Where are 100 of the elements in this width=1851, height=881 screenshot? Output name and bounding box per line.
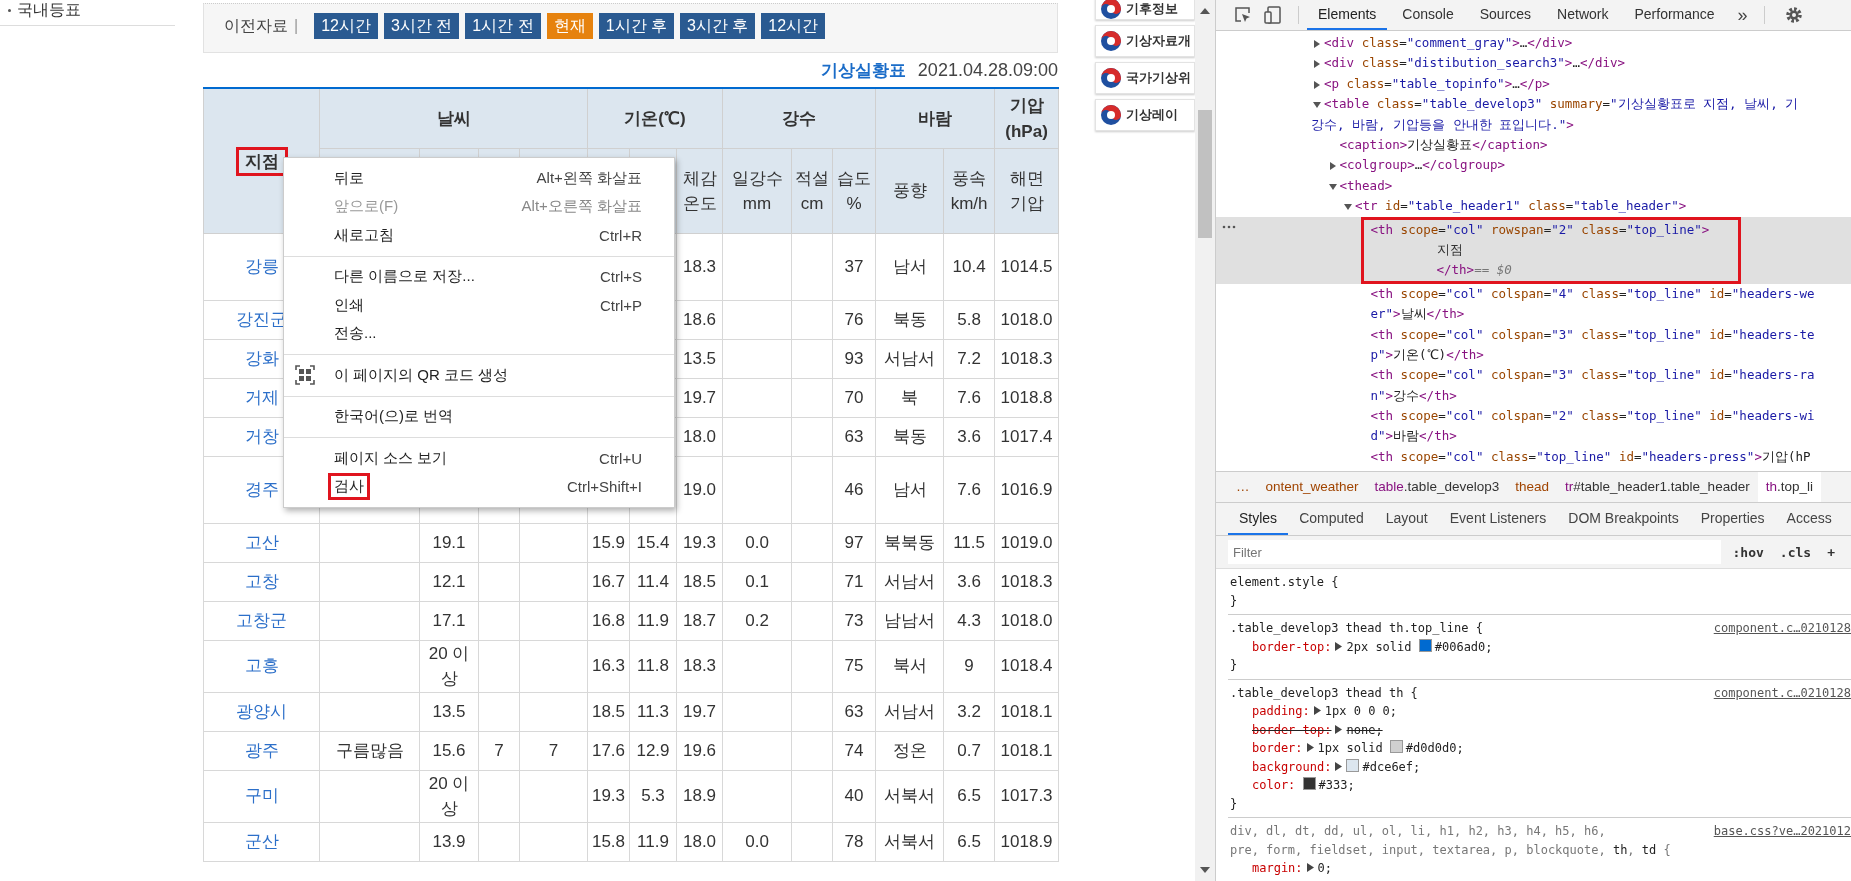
color-swatch[interactable]: [1389, 740, 1403, 753]
table-cell: 74: [832, 731, 876, 770]
sidebar-item[interactable]: 국내등표: [17, 0, 81, 21]
breadcrumb[interactable]: ontent_weather: [1257, 472, 1367, 502]
code-line[interactable]: <p class="table_topinfo">…</p>: [1324, 73, 1550, 95]
expand-triangle-icon[interactable]: [1335, 761, 1343, 771]
device-icon[interactable]: [1264, 6, 1282, 24]
expanded-triangle-icon[interactable]: [1344, 203, 1352, 212]
station-link[interactable]: 광양시: [203, 692, 320, 731]
expand-triangle-icon[interactable]: [1306, 863, 1314, 872]
code-line[interactable]: <th scope="col" rowspan="2" class="top_line">: [1370, 219, 1710, 240]
scroll-down-arrow-icon[interactable]: [1200, 867, 1210, 873]
color-swatch[interactable]: [1418, 638, 1432, 652]
source-link[interactable]: base.css?ve…2021012: [1713, 822, 1851, 841]
time-button[interactable]: 3시간 후: [680, 13, 756, 39]
breadcrumb[interactable]: th.top_li: [1757, 472, 1821, 502]
breadcrumb[interactable]: tr#table_header1.table_header: [1557, 472, 1758, 502]
station-link[interactable]: 고창군: [203, 601, 320, 640]
time-button[interactable]: 12시간: [314, 13, 378, 39]
expand-triangle-icon[interactable]: [1313, 706, 1321, 715]
expand-triangle-icon[interactable]: [1306, 743, 1314, 752]
code-line[interactable]: 강수, 바람, 기압등을 안내한 표입니다.">: [1311, 114, 1574, 135]
css-declaration[interactable]: color: #333;: [1252, 778, 1355, 792]
filter-toggle-button[interactable]: :hov: [1728, 544, 1768, 560]
banner-link[interactable]: 기상자료개: [1095, 25, 1195, 57]
breadcrumb[interactable]: …: [1228, 472, 1258, 502]
code-line[interactable]: <caption>기상실황표</caption>: [1339, 134, 1548, 156]
code-line[interactable]: <th scope="col" colspan="3" class="top_line" id="headers-ra: [1370, 365, 1815, 386]
selected-node-row[interactable]: <th scope="col" rowspan="2" class="top_line"> 지점 </th>== $0: [1216, 216, 1851, 284]
pane-tab[interactable]: Layout: [1374, 503, 1439, 535]
devtools-tab[interactable]: Performance: [1623, 0, 1726, 30]
code-line[interactable]: <th scope="col" class="top_line" id="headers-press">기압(hP: [1370, 446, 1811, 468]
filter-toggle-button[interactable]: +: [1823, 544, 1839, 560]
code-line[interactable]: <th scope="col" colspan="2" class="top_line" id="headers-wi: [1370, 406, 1815, 427]
color-swatch[interactable]: [1346, 758, 1360, 772]
time-button[interactable]: 1시간 전: [465, 13, 541, 39]
code-line[interactable]: <colgroup>…</colgroup>: [1339, 155, 1506, 176]
code-line[interactable]: <th scope="col" colspan="3" class="top_line" id="headers-te: [1370, 324, 1815, 345]
code-line[interactable]: p">기온(℃)</th>: [1370, 344, 1484, 366]
more-tabs-button[interactable]: »: [1729, 0, 1756, 30]
code-line[interactable]: <div class="comment_gray">…</div>: [1324, 33, 1573, 54]
time-button[interactable]: 12시간: [761, 13, 826, 39]
inspect-icon[interactable]: [1234, 6, 1252, 24]
station-link[interactable]: 군산: [203, 822, 320, 861]
source-link[interactable]: component.c…0210128: [1713, 619, 1851, 638]
settings-icon[interactable]: [1784, 6, 1803, 24]
color-swatch[interactable]: [1302, 777, 1316, 790]
table-cell: 13.5: [676, 339, 723, 378]
filter-field[interactable]: Filter: [1228, 540, 1721, 564]
pane-tab[interactable]: Access: [1775, 503, 1843, 535]
devtools-tab[interactable]: Console: [1391, 0, 1465, 30]
banner-link[interactable]: 국가기상위: [1095, 62, 1195, 94]
banner-link[interactable]: 기상레이: [1095, 99, 1195, 131]
pane-tab[interactable]: Computed: [1288, 503, 1375, 535]
filter-toggle-button[interactable]: .cls: [1775, 544, 1816, 560]
code-line[interactable]: d">바람</th>: [1370, 426, 1457, 447]
station-link[interactable]: 고산: [203, 523, 320, 562]
scroll-up-arrow-icon[interactable]: [1200, 8, 1210, 14]
collapsed-triangle-icon[interactable]: [1328, 162, 1337, 171]
station-link[interactable]: 고흥: [203, 640, 320, 692]
pane-tab[interactable]: DOM Breakpoints: [1557, 503, 1690, 535]
expanded-triangle-icon[interactable]: [1313, 101, 1321, 110]
collapsed-triangle-icon[interactable]: [1313, 60, 1321, 69]
scrollbar[interactable]: [1195, 0, 1215, 881]
pane-tab[interactable]: Event Listeners: [1438, 503, 1558, 535]
source-link[interactable]: component.c…0210128: [1713, 683, 1851, 702]
css-declaration[interactable]: margin: 0;: [1252, 861, 1333, 875]
column-header: 일강수 mm: [722, 148, 792, 233]
table-cell: 0.0: [722, 523, 792, 562]
station-link[interactable]: 구미: [203, 770, 320, 822]
code-line[interactable]: <thead>: [1339, 175, 1393, 197]
station-link[interactable]: 고창: [203, 562, 320, 601]
expand-triangle-icon[interactable]: [1335, 641, 1343, 651]
breadcrumb[interactable]: thead: [1507, 472, 1557, 502]
expand-triangle-icon[interactable]: [1335, 724, 1343, 734]
devtools-tab[interactable]: Elements: [1307, 0, 1388, 30]
code-line[interactable]: <th scope="col" colspan="4" class="top_line" id="headers-we: [1370, 283, 1815, 305]
css-declaration[interactable]: border-top: 2px solid #006ad0;: [1252, 639, 1493, 654]
css-declaration[interactable]: border: 1px solid #d0d0d0;: [1252, 741, 1464, 755]
more-icon[interactable]: [1222, 224, 1236, 229]
time-button[interactable]: 1시간 후: [598, 13, 674, 39]
scrollbar-thumb[interactable]: [1198, 110, 1212, 238]
collapsed-triangle-icon[interactable]: [1313, 40, 1321, 48]
code-line[interactable]: <tr id="table_header1" class="table_header">: [1355, 196, 1687, 217]
breadcrumb[interactable]: table.table_develop3: [1366, 472, 1508, 502]
code-line[interactable]: n">강수</th>: [1370, 385, 1457, 407]
css-declaration[interactable]: padding: 1px 0 0 0;: [1252, 704, 1398, 718]
time-button[interactable]: 3시간 전: [383, 13, 460, 39]
collapsed-triangle-icon[interactable]: [1313, 80, 1321, 89]
devtools-tab[interactable]: Sources: [1468, 0, 1543, 30]
code-line[interactable]: <div class="distibution_search3">…</div>: [1324, 53, 1626, 74]
css-declaration[interactable]: background: #dce6ef;: [1252, 759, 1421, 774]
banner-link[interactable]: 기후정보: [1095, 0, 1195, 20]
code-line[interactable]: <table class="table_develop3" summary="기상실황표로 지점, 날씨, 기: [1324, 94, 1799, 115]
station-link[interactable]: 광주: [203, 731, 320, 770]
pane-tab[interactable]: Properties: [1689, 503, 1776, 535]
expanded-triangle-icon[interactable]: [1328, 182, 1337, 191]
code-line[interactable]: er">날씨</th>: [1370, 304, 1465, 325]
devtools-tab[interactable]: Network: [1546, 0, 1620, 30]
css-declaration[interactable]: border-top: none;: [1252, 722, 1383, 737]
